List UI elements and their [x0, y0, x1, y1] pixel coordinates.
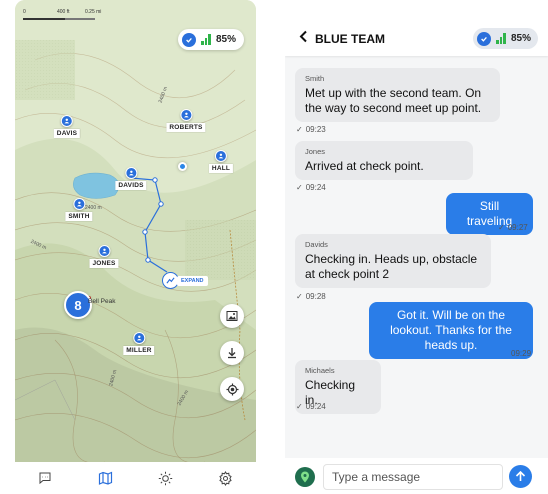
chevron-left-icon: [299, 30, 307, 43]
settings-icon: [219, 470, 233, 486]
cluster-count: 8: [74, 297, 82, 313]
chat-icon: [39, 472, 51, 485]
send-button[interactable]: [509, 465, 532, 488]
team-pin-davis[interactable]: DAVIS: [53, 115, 81, 138]
expand-label: EXPAND: [177, 275, 208, 286]
image-layer-button[interactable]: [220, 304, 244, 328]
team-pin-smith[interactable]: SMITH: [65, 198, 93, 221]
message-time: 09:24: [305, 402, 326, 411]
message-text: Got it. Will be on the lookout. Thanks f…: [390, 308, 512, 352]
person-icon: [180, 109, 192, 121]
message-meta: ✓ 09:23: [296, 125, 326, 134]
chat-title: BLUE TEAM: [315, 32, 385, 46]
battery-level: 85%: [215, 34, 236, 45]
message-composer: [285, 458, 548, 494]
message-time: 09:24: [305, 183, 326, 192]
message-sender: Smith: [305, 74, 325, 83]
message-bubble-in: Davids Checking in. Heads up, obstacle a…: [295, 234, 491, 288]
team-pin-miller[interactable]: MILLER: [123, 332, 155, 355]
pin-label: JONES: [89, 259, 119, 268]
check-circle-icon: [182, 32, 197, 47]
pin-label: MILLER: [123, 346, 155, 355]
topo-map[interactable]: 0 400 ft 0.25 mi 85% 2400 m 2400 m 2400 …: [15, 0, 256, 462]
arrow-up-icon: [515, 471, 526, 481]
signal-bars-icon: [201, 34, 211, 45]
image-layer-icon: [226, 311, 238, 321]
person-icon: [60, 115, 73, 127]
check-circle-icon: [477, 31, 492, 46]
person-icon: [125, 167, 137, 179]
nav-weather[interactable]: [154, 466, 178, 490]
signal-bars-icon: [496, 33, 506, 44]
message-sender: Michaels: [305, 366, 335, 375]
back-button[interactable]: [299, 30, 308, 48]
map-scale: 0 400 ft 0.25 mi: [23, 8, 113, 22]
pin-label: HALL: [208, 164, 234, 173]
team-pin-roberts[interactable]: ROBERTS: [166, 109, 206, 132]
message-sender: Davids: [305, 240, 328, 249]
scale-label-mid: 400 ft: [57, 9, 70, 15]
team-pin-hall[interactable]: HALL: [208, 150, 234, 173]
team-pin-jones[interactable]: JONES: [89, 245, 119, 268]
locate-icon: [226, 383, 238, 395]
message-bubble-in: Jones Arrived at check point.: [295, 141, 473, 180]
message-time: 09:23: [305, 125, 326, 134]
status-pill: 85%: [473, 28, 538, 49]
message-text: Met up with the second team. On the way …: [305, 86, 482, 115]
pin-label: DAVIDS: [115, 181, 147, 190]
message-meta: ✓ 09:24: [296, 183, 326, 192]
message-meta: ✓ 09:28: [296, 292, 326, 301]
message-bubble-in: Smith Met up with the second team. On th…: [295, 68, 500, 122]
message-input[interactable]: [323, 464, 503, 490]
download-button[interactable]: [220, 341, 244, 365]
location-pin-icon: [301, 471, 309, 483]
delivered-icon: ✓: [296, 125, 303, 134]
delivered-icon: ✓: [296, 402, 303, 411]
nav-chat[interactable]: [33, 466, 57, 490]
delivered-icon: ✓: [296, 183, 303, 192]
pin-label: ROBERTS: [166, 123, 206, 132]
download-icon: [228, 348, 236, 359]
map-panel: 0 400 ft 0.25 mi 85% 2400 m 2400 m 2400 …: [15, 0, 256, 494]
cluster-marker[interactable]: 8: [64, 291, 92, 319]
share-location-button[interactable]: [295, 467, 315, 487]
message-text: Arrived at check point.: [305, 159, 424, 173]
delivered-icon: ✓: [296, 292, 303, 301]
locate-button[interactable]: [220, 377, 244, 401]
message-time: 09:28: [305, 292, 326, 301]
pin-label: DAVIS: [53, 129, 81, 138]
message-meta: 09:29: [511, 349, 531, 358]
expand-route-button[interactable]: EXPAND: [162, 272, 208, 289]
person-icon: [72, 198, 85, 210]
bottom-nav: [15, 462, 256, 494]
person-icon: [214, 150, 227, 162]
message-time: 09:29: [511, 349, 532, 358]
message-sender: Jones: [305, 147, 326, 156]
scale-bar-secondary: [65, 18, 95, 20]
person-icon: [133, 332, 145, 344]
status-pill: 85%: [178, 29, 244, 50]
chat-panel: BLUE TEAM 85% Smith Met up with the seco…: [285, 0, 548, 494]
peak-label: Bell Peak: [88, 298, 116, 305]
pin-label: SMITH: [65, 212, 93, 221]
nav-settings[interactable]: [214, 466, 238, 490]
scale-label-start: 0: [23, 9, 26, 15]
person-icon: [97, 245, 110, 257]
message-text: Checking in. Heads up, obstacle at check…: [305, 252, 478, 281]
map-icon: [98, 471, 112, 485]
nav-map[interactable]: [93, 466, 117, 490]
scale-bar: [23, 18, 65, 20]
current-location-dot: [178, 162, 187, 171]
message-bubble-out: Got it. Will be on the lookout. Thanks f…: [369, 302, 533, 359]
battery-level: 85%: [510, 33, 531, 44]
weather-icon: [158, 471, 173, 485]
delivered-icon: ✓: [498, 223, 505, 232]
scale-label-end: 0.25 mi: [85, 9, 102, 15]
message-meta: ✓ 09:24: [296, 402, 326, 411]
chat-header: BLUE TEAM 85%: [285, 0, 548, 56]
message-meta: ✓ 09:27: [498, 223, 528, 232]
team-pin-davids[interactable]: DAVIDS: [115, 167, 147, 190]
message-time: 09:27: [507, 223, 528, 232]
